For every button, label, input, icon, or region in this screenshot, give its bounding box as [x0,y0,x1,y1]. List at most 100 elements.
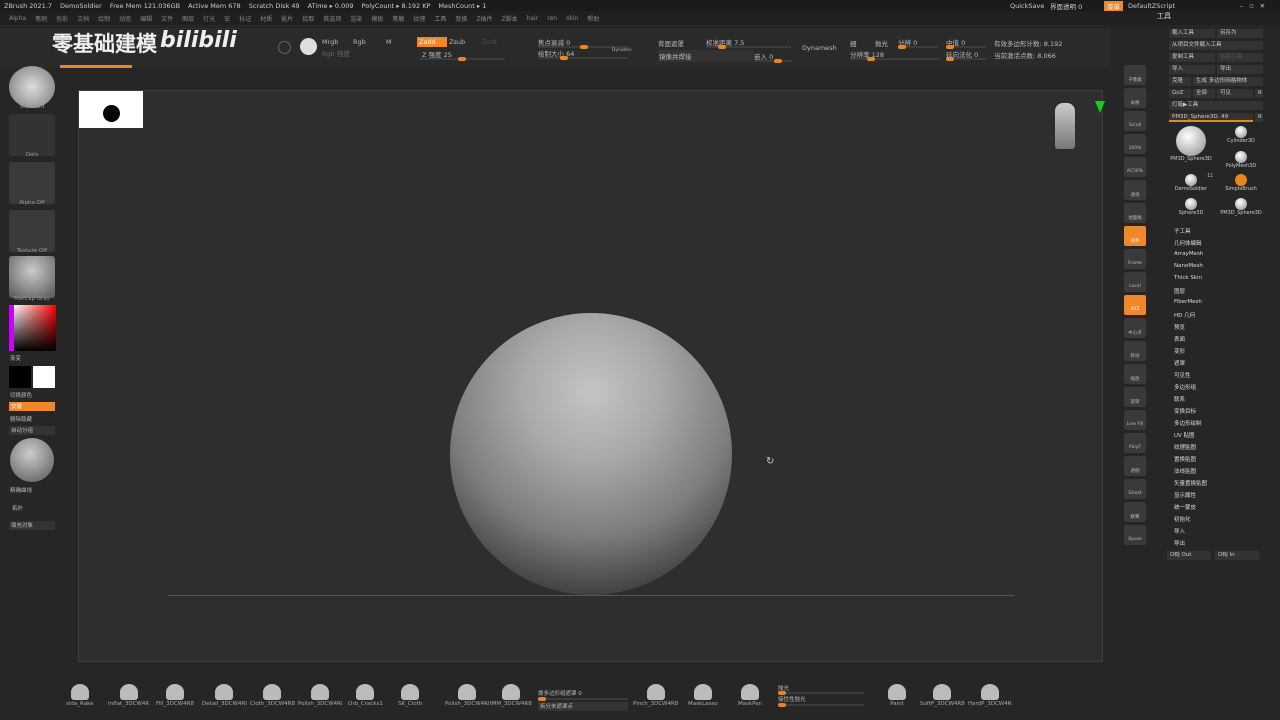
draw-size-slider[interactable] [538,56,628,60]
fill-object-button[interactable]: 填充对象 [9,521,55,530]
tool-menu-item[interactable]: 子工具 [1174,227,1191,235]
menu-item[interactable]: 影片 [281,14,293,23]
brush-button[interactable]: MaskLasso [688,684,718,707]
brush-button[interactable]: Polish_3DCW4RI [298,684,343,707]
tool-thumbnail[interactable]: PM3D_Sphere3D [1169,125,1213,165]
right-tool-button[interactable]: Scroll [1124,111,1146,131]
right-tool-button[interactable]: 旋转 [1124,387,1146,407]
load-project-tool-button[interactable]: 从项目文件载入工具 [1169,41,1263,50]
right-tool-button[interactable]: 移动 [1124,341,1146,361]
menu-item[interactable]: 文件 [161,14,173,23]
tool-menu-item[interactable]: UV 贴图 [1174,431,1195,439]
menu-item[interactable]: 编辑 [140,14,152,23]
tool-menu-item[interactable]: 预览 [1174,323,1185,331]
menu-item[interactable]: 模板 [371,14,383,23]
tool-menu-item[interactable]: 多边形绘制 [1174,419,1202,427]
tool-menu-item[interactable]: 统一蒙皮 [1174,503,1196,511]
dir-smooth-slider[interactable] [946,57,986,61]
brush-button[interactable]: sida_Rake [66,684,93,707]
paste-tool-button[interactable]: 粘贴工具 [1217,53,1263,62]
menu-item[interactable]: ren [547,15,557,22]
resolution-slider[interactable] [850,57,940,61]
mrgb-button[interactable]: Mrgb [322,38,338,46]
mirror-weld-button[interactable]: 镜像并焊接 [658,50,753,62]
tool-thumbnail[interactable]: SimpleBrush [1219,173,1263,195]
standard-brush-icon[interactable] [9,66,55,108]
lightbox-tools-button[interactable]: 灯箱▶工具 [1169,101,1263,110]
m-button[interactable]: M [386,38,392,46]
menu-item[interactable]: 标记 [239,14,251,23]
menu-item[interactable]: 图层 [182,14,194,23]
menu-item[interactable]: 渲染 [350,14,362,23]
r-button[interactable]: R [1255,89,1263,98]
matcap-icon[interactable] [9,256,55,298]
alpha-icon[interactable] [9,162,55,204]
menu-item[interactable]: 文档 [77,14,89,23]
orientation-head-icon[interactable] [1055,103,1075,149]
menu-item[interactable]: skin [566,15,578,22]
right-tool-button[interactable]: 地面格 [1124,203,1146,223]
tool-menu-item[interactable]: 显示属性 [1174,491,1196,499]
inset-slider[interactable] [754,59,792,63]
menu-item[interactable]: Z脚本 [502,14,518,23]
tool-menu-item[interactable]: 导入 [1174,527,1185,535]
zsub-button[interactable]: Zsub [449,38,465,46]
menu-item[interactable]: 色彩 [56,14,68,23]
brush-button[interactable]: Orb_Cracks1 [348,684,383,707]
right-tool-button[interactable]: 100% [1124,134,1146,154]
right-tool-button[interactable]: 子像素 [1124,65,1146,85]
menu-item[interactable]: 动态 [119,14,131,23]
tool-menu-item[interactable]: 变形 [1174,347,1185,355]
right-tool-button[interactable]: AC50% [1124,157,1146,177]
right-tool-button[interactable]: Frame [1124,249,1146,269]
right-tool-button[interactable]: Xpose [1124,525,1146,545]
goz-button[interactable]: GoZ [1169,89,1191,98]
tool-thumbnail[interactable]: PolyMesh3D [1219,150,1263,170]
polygroup-blur-slider[interactable] [538,697,628,701]
tool-menu-item[interactable]: 联系 [1174,395,1185,403]
smooth-stronger-slider[interactable] [778,703,864,707]
clone-button[interactable]: 克隆 [1169,77,1191,86]
brush-button[interactable]: SK_Cloth [398,684,422,707]
dynamesh-button[interactable]: Dynamesh [802,44,837,52]
right-tool-button[interactable]: 对齐 [1124,226,1146,246]
tool-menu-item[interactable]: 可见性 [1174,371,1191,379]
backface-mask-button[interactable]: 背面遮罩 [658,38,684,48]
menu-item[interactable]: Alpha [9,15,26,22]
visible-button[interactable]: 可见 [1217,89,1253,98]
switch-color-button[interactable]: 切换颜色 [10,391,32,399]
zadd-button[interactable]: Zadd [417,37,447,47]
tool-menu-item[interactable]: 多边形组 [1174,383,1196,391]
right-tool-button[interactable]: 中心点 [1124,318,1146,338]
brush-button[interactable]: SoftP_3DCW4R8 [920,684,965,707]
brush-button[interactable]: MaskPen [738,684,762,707]
tool-menu-item[interactable]: 初始化 [1174,515,1191,523]
menu-item[interactable]: 笔刷 [35,14,47,23]
right-tool-button[interactable]: Ghost [1124,479,1146,499]
topology-button[interactable]: 拓扑 [12,504,23,512]
tool-menu-item[interactable]: Thick Skin [1174,275,1202,281]
menu-button[interactable]: 菜单 [1104,0,1123,11]
brush-button[interactable]: Polish_3DCW4RI [445,684,490,707]
split-unmasked-button[interactable]: 拆分未遮罩点 [538,702,628,711]
export-button[interactable]: 导出 [1217,65,1263,74]
rgb-strength[interactable]: Rgb 强度 [322,48,350,58]
menu-item[interactable]: 纹理 [413,14,425,23]
auto-group-button[interactable]: 自动分组 [9,426,55,435]
brush-button[interactable]: HardP_3DCW4R [968,684,1012,707]
menu-item[interactable]: 笔触 [392,14,404,23]
right-tool-button[interactable]: 缩放 [1124,364,1146,384]
tool-menu-item[interactable]: 矢量置换贴图 [1174,479,1207,487]
menu-item[interactable]: 工具 [434,14,446,23]
remove-hidden-button[interactable]: 删除隐藏 [10,415,32,423]
tool-menu-item[interactable]: FiberMesh [1174,299,1202,305]
brush-button[interactable]: Inflat_3DCW4R [108,684,149,707]
right-tool-button[interactable]: 解算 [1124,502,1146,522]
menu-item[interactable]: 宏 [224,14,230,23]
tool-menu-item[interactable]: 表面 [1174,335,1185,343]
zcut-button[interactable]: Zcut [482,38,497,46]
fine-button[interactable]: 细 [850,38,857,48]
brush-button[interactable]: Pinch_3DCW4R8 [633,684,678,707]
brush-button[interactable]: IMM_3DCW4R8 [490,684,532,707]
tool-menu-item[interactable]: 变换目标 [1174,407,1196,415]
